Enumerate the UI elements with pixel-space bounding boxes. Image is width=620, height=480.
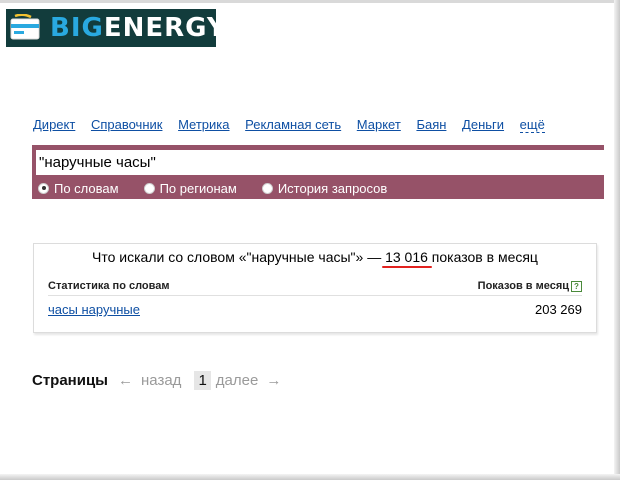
- radio-unselected-icon[interactable]: [143, 182, 155, 194]
- search-mode-group: По словам По регионам История запросов: [38, 180, 412, 196]
- prev-page-link[interactable]: назад: [141, 372, 181, 389]
- arrow-right-icon: →: [266, 372, 282, 389]
- radio-query-history[interactable]: История запросов: [261, 180, 388, 196]
- window-frame-right: [614, 0, 620, 480]
- pagination-title: Страницы: [32, 372, 108, 389]
- summary-count: 13 016: [385, 249, 428, 265]
- card-logo-icon: [10, 14, 40, 40]
- current-page: 1: [194, 371, 211, 390]
- column-header-words: Статистика по словам: [48, 280, 170, 292]
- radio-selected-icon[interactable]: [38, 182, 49, 194]
- nav-link-bayan[interactable]: Баян: [416, 117, 446, 132]
- column-header-impressions: Показов в месяц ?: [478, 280, 582, 292]
- stats-panel: Что искали со словом «"наручные часы"» —…: [33, 243, 597, 333]
- nav-link-money[interactable]: Деньги: [462, 117, 504, 132]
- help-icon[interactable]: ?: [571, 280, 582, 292]
- services-nav: Директ Справочник Метрика Рекламная сеть…: [33, 117, 545, 133]
- table-row-count: 203 269: [535, 302, 582, 317]
- window-frame-bottom: [0, 474, 620, 480]
- summary-prefix: Что искали со словом «"наручные часы"» —: [92, 249, 386, 265]
- bigenergy-logo: BIGENERGY: [6, 9, 226, 47]
- radio-by-regions-label: По регионам: [159, 180, 237, 196]
- nav-link-more[interactable]: ещё: [519, 117, 545, 133]
- nav-link-market[interactable]: Маркет: [357, 117, 401, 132]
- radio-query-history-label: История запросов: [277, 180, 388, 196]
- nav-link-ad-network[interactable]: Рекламная сеть: [245, 117, 341, 132]
- summary-count-wrap: 13 016: [382, 249, 432, 268]
- nav-link-metrica[interactable]: Метрика: [178, 117, 229, 132]
- nav-link-directory[interactable]: Справочник: [91, 117, 163, 132]
- table-divider: [48, 295, 582, 296]
- summary-suffix: показов в месяц: [427, 249, 538, 265]
- highlight-underline: [382, 266, 432, 268]
- pagination: Страницы ← назад 1 далее →: [32, 371, 281, 390]
- radio-by-words-label: По словам: [54, 180, 119, 196]
- search-input[interactable]: "наручные часы": [36, 150, 604, 175]
- logo-text: BIGENERGY: [50, 12, 227, 44]
- stats-summary: Что искали со словом «"наручные часы"» —…: [34, 249, 596, 268]
- radio-by-words[interactable]: По словам: [38, 181, 119, 196]
- radio-by-regions[interactable]: По регионам: [143, 180, 237, 196]
- radio-unselected-icon[interactable]: [261, 182, 273, 194]
- window-frame-top: [0, 0, 620, 3]
- nav-link-direct[interactable]: Директ: [33, 117, 75, 132]
- next-page-link[interactable]: далее: [216, 372, 259, 389]
- arrow-left-icon: ←: [118, 372, 133, 389]
- logo-text-energy: ENERGY: [103, 13, 227, 43]
- logo-text-big: BIG: [50, 13, 104, 43]
- column-header-impressions-label: Показов в месяц: [477, 280, 569, 292]
- table-row-phrase-link[interactable]: часы наручные: [48, 302, 140, 317]
